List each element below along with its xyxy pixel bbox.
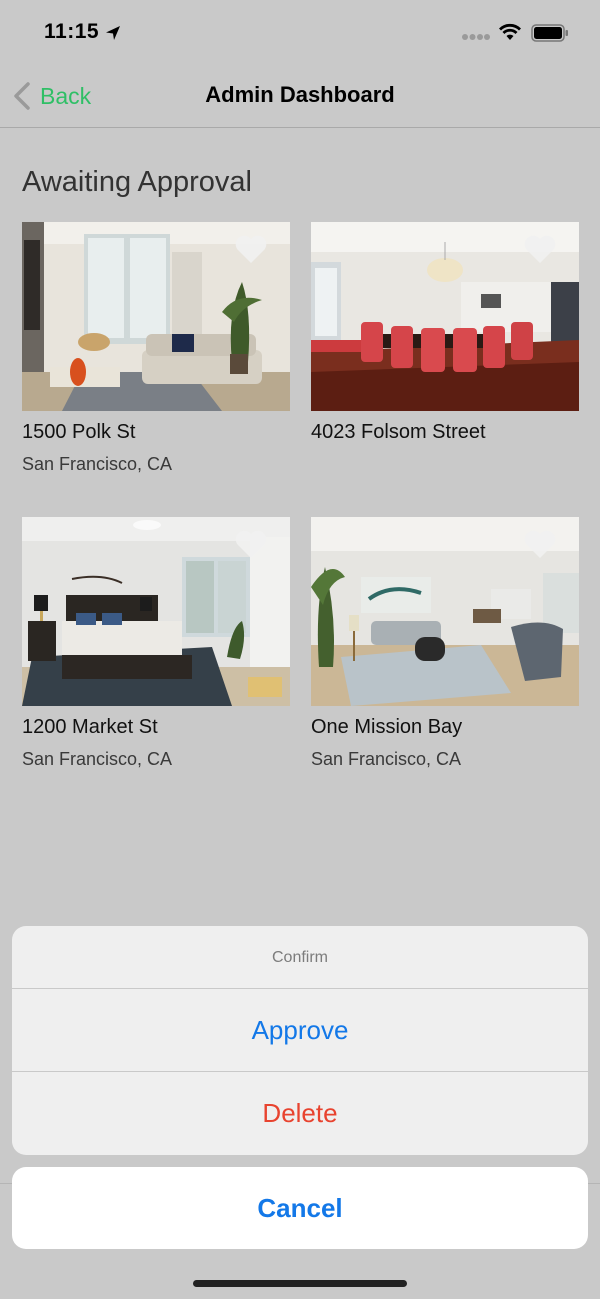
- wifi-icon: [499, 23, 521, 40]
- heart-icon[interactable]: [234, 529, 268, 559]
- listing-card[interactable]: 1200 Market St San Francisco, CA: [22, 517, 290, 770]
- listing-location: San Francisco, CA: [311, 749, 462, 769]
- listing-location: San Francisco, CA: [22, 454, 173, 474]
- section-title: Awaiting Approval: [22, 166, 253, 198]
- heart-icon[interactable]: [234, 234, 268, 264]
- listing-title: 1200 Market St: [22, 716, 158, 738]
- status-bar: 11:15: [0, 0, 600, 64]
- approve-button[interactable]: Approve: [12, 989, 588, 1072]
- home-indicator[interactable]: [193, 1280, 407, 1287]
- listing-title: 1500 Polk St: [22, 421, 136, 443]
- delete-button[interactable]: Delete: [12, 1072, 588, 1155]
- listing-location: San Francisco, CA: [22, 749, 173, 769]
- confirm-action-sheet: Confirm Approve Delete: [12, 926, 588, 1155]
- heart-icon[interactable]: [523, 234, 557, 264]
- cancel-button[interactable]: Cancel: [12, 1167, 588, 1249]
- listing-photo: [311, 222, 579, 411]
- action-sheet-title: Confirm: [12, 926, 588, 989]
- listing-photo: [311, 517, 579, 706]
- navigation-bar: Back Admin Dashboard: [0, 64, 600, 128]
- battery-icon: [531, 24, 568, 42]
- listing-card[interactable]: 1500 Polk St San Francisco, CA: [22, 222, 290, 475]
- listing-card[interactable]: One Mission Bay San Francisco, CA: [311, 517, 579, 770]
- cellular-signal-icon: [462, 34, 490, 40]
- location-arrow-icon: [106, 26, 120, 40]
- listing-card[interactable]: 4023 Folsom Street: [311, 222, 579, 454]
- status-time: 11:15: [44, 20, 100, 43]
- listing-title: One Mission Bay: [311, 716, 463, 738]
- page-title: Admin Dashboard: [205, 82, 395, 107]
- listing-photo: [22, 222, 290, 411]
- heart-icon[interactable]: [523, 529, 557, 559]
- listing-title: 4023 Folsom Street: [311, 421, 486, 443]
- listing-photo: [22, 517, 290, 706]
